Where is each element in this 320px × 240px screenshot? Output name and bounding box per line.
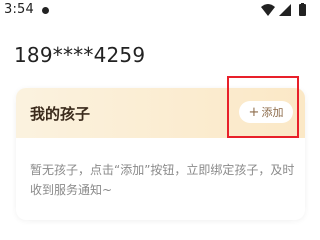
empty-state-message: 暂无孩子，点击“添加”按钮，立即绑定孩子，及时收到服务通知~	[30, 163, 295, 197]
battery-icon	[299, 3, 306, 16]
status-bar: 3:54	[0, 0, 320, 22]
wifi-icon	[261, 4, 275, 16]
highlight-box	[227, 76, 299, 138]
status-time: 3:54	[4, 2, 34, 17]
notification-dot-icon	[42, 7, 49, 14]
status-icons	[260, 3, 314, 17]
account-phone: 189****4259	[14, 43, 146, 67]
card-title: 我的孩子	[30, 105, 91, 123]
signal-icon	[279, 4, 291, 16]
